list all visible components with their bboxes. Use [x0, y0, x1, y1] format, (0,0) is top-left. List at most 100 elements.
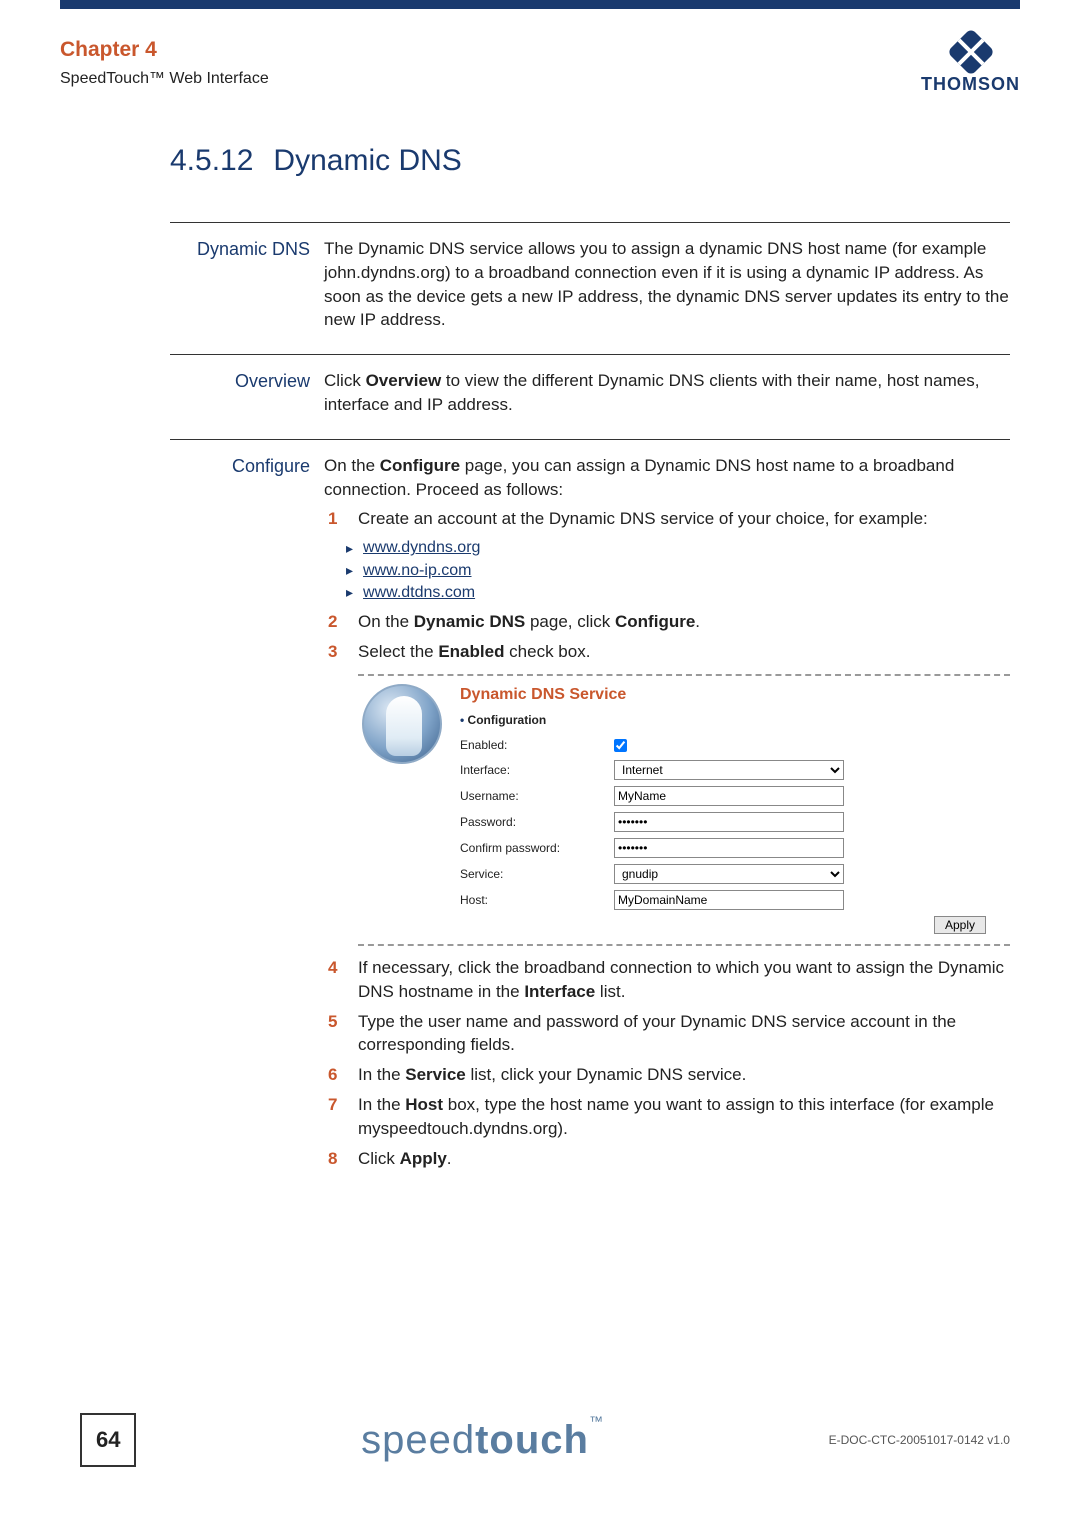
- chapter-title: Chapter 4: [60, 35, 269, 64]
- step-number: 6: [328, 1063, 344, 1087]
- bold-text: Enabled: [438, 642, 504, 661]
- step-text: In the Host box, type the host name you …: [358, 1093, 1010, 1141]
- step-number: 4: [328, 956, 344, 1004]
- step-4: 4 If necessary, click the broadband conn…: [324, 956, 1010, 1004]
- step-text: On the Dynamic DNS page, click Configure…: [358, 610, 1010, 634]
- field-label: Username:: [460, 788, 610, 805]
- step-text: Select the Enabled check box.: [358, 640, 1010, 664]
- ddns-service-icon: [362, 684, 442, 764]
- row-enabled: Enabled:: [460, 737, 1006, 754]
- bold-text: Configure: [380, 456, 460, 475]
- bold-text: Interface: [524, 982, 595, 1001]
- url-text: www.dtdns.com: [363, 582, 475, 604]
- step-1: 1 Create an account at the Dynamic DNS s…: [324, 507, 1010, 531]
- link-dyndns[interactable]: ▸www.dyndns.org: [346, 537, 1010, 559]
- row-username: Username:: [460, 786, 1006, 806]
- row-body: On the Configure page, you can assign a …: [324, 454, 1010, 1177]
- link-dtdns[interactable]: ▸ www.dtdns.com: [346, 582, 1010, 604]
- bold-text: Configure: [615, 612, 695, 631]
- field-label: Password:: [460, 814, 610, 831]
- link-noip[interactable]: ▸ www.no-ip.com: [346, 560, 1010, 582]
- step-number: 1: [328, 507, 344, 531]
- step-text: Create an account at the Dynamic DNS ser…: [358, 507, 1010, 531]
- username-input[interactable]: [614, 786, 844, 806]
- enabled-checkbox[interactable]: [614, 739, 627, 752]
- text: .: [695, 612, 700, 631]
- embedded-screenshot: Dynamic DNS Service Configuration Enable…: [358, 674, 1010, 946]
- thomson-logo: THOMSON: [921, 35, 1020, 97]
- step-number: 8: [328, 1147, 344, 1171]
- password-input[interactable]: [614, 812, 844, 832]
- text: On the: [324, 456, 380, 475]
- apply-button[interactable]: Apply: [934, 916, 986, 934]
- form-title: Dynamic DNS Service: [460, 684, 1006, 706]
- step-number: 5: [328, 1010, 344, 1058]
- step-text: In the Service list, click your Dynamic …: [358, 1063, 1010, 1087]
- text: On the: [358, 612, 414, 631]
- row-password: Password:: [460, 812, 1006, 832]
- field-label: Confirm password:: [460, 840, 610, 857]
- step-3: 3 Select the Enabled check box.: [324, 640, 1010, 664]
- text: page, click: [525, 612, 615, 631]
- confirm-password-input[interactable]: [614, 838, 844, 858]
- speedtouch-logo: speedtouch™: [361, 1412, 604, 1468]
- text: check box.: [504, 642, 590, 661]
- chapter-subtitle: SpeedTouch™ Web Interface: [60, 68, 269, 90]
- configuration-label: Configuration: [460, 712, 1006, 729]
- row-label: Overview: [170, 369, 310, 417]
- field-label: Enabled:: [460, 737, 610, 754]
- step-2: 2 On the Dynamic DNS page, click Configu…: [324, 610, 1010, 634]
- row-confirm-password: Confirm password:: [460, 838, 1006, 858]
- arrow-icon: ▸: [346, 561, 353, 581]
- text: If necessary, click the broadband connec…: [358, 958, 1004, 1001]
- section-title: Dynamic DNS: [273, 140, 461, 182]
- step-text: Type the user name and password of your …: [358, 1010, 1010, 1058]
- row-overview: Overview Click Overview to view the diff…: [170, 354, 1010, 417]
- step-text: Click Apply.: [358, 1147, 1010, 1171]
- url-text: www.no-ip.com: [363, 560, 471, 582]
- text: list, click your Dynamic DNS service.: [466, 1065, 747, 1084]
- text: Click: [358, 1149, 400, 1168]
- trademark: ™: [589, 1413, 604, 1429]
- bold-text: Dynamic DNS: [414, 612, 525, 631]
- step-number: 3: [328, 640, 344, 664]
- section-heading: 4.5.12 Dynamic DNS: [170, 140, 1010, 182]
- field-label: Service:: [460, 866, 610, 883]
- page-number: 64: [80, 1413, 136, 1468]
- text: list.: [595, 982, 625, 1001]
- arrow-icon: ▸: [346, 539, 353, 559]
- row-label: Configure: [170, 454, 310, 1177]
- step-8: 8 Click Apply.: [324, 1147, 1010, 1171]
- step-6: 6 In the Service list, click your Dynami…: [324, 1063, 1010, 1087]
- text: box, type the host name you want to assi…: [358, 1095, 994, 1138]
- page-footer: 64 speedtouch™ E-DOC-CTC-20051017-0142 v…: [80, 1412, 1010, 1468]
- step-text: If necessary, click the broadband connec…: [358, 956, 1010, 1004]
- row-interface: Interface: Internet: [460, 760, 1006, 780]
- step-5: 5 Type the user name and password of you…: [324, 1010, 1010, 1058]
- service-select[interactable]: gnudip: [614, 864, 844, 884]
- bold-text: Apply: [400, 1149, 447, 1168]
- ddns-form: Dynamic DNS Service Configuration Enable…: [460, 684, 1006, 934]
- step-7: 7 In the Host box, type the host name yo…: [324, 1093, 1010, 1141]
- row-configure: Configure On the Configure page, you can…: [170, 439, 1010, 1177]
- field-label: Interface:: [460, 762, 610, 779]
- arrow-icon: ▸: [346, 583, 353, 603]
- bold-text: Host: [405, 1095, 443, 1114]
- thomson-text: THOMSON: [921, 72, 1020, 97]
- text: Click: [324, 371, 366, 390]
- text: .: [447, 1149, 452, 1168]
- interface-select[interactable]: Internet: [614, 760, 844, 780]
- main-content: 4.5.12 Dynamic DNS Dynamic DNS The Dynam…: [170, 140, 1010, 1198]
- step-number: 7: [328, 1093, 344, 1141]
- logo-light: speed: [361, 1418, 475, 1462]
- document-id: E-DOC-CTC-20051017-0142 v1.0: [829, 1432, 1010, 1449]
- bold-text: Service: [405, 1065, 466, 1084]
- row-body: The Dynamic DNS service allows you to as…: [324, 237, 1010, 332]
- text: In the: [358, 1065, 405, 1084]
- row-body: Click Overview to view the different Dyn…: [324, 369, 1010, 417]
- logo-bold: touch: [475, 1418, 589, 1462]
- host-input[interactable]: [614, 890, 844, 910]
- row-dynamic-dns: Dynamic DNS The Dynamic DNS service allo…: [170, 222, 1010, 332]
- page-header: Chapter 4 SpeedTouch™ Web Interface THOM…: [60, 35, 1020, 97]
- step-number: 2: [328, 610, 344, 634]
